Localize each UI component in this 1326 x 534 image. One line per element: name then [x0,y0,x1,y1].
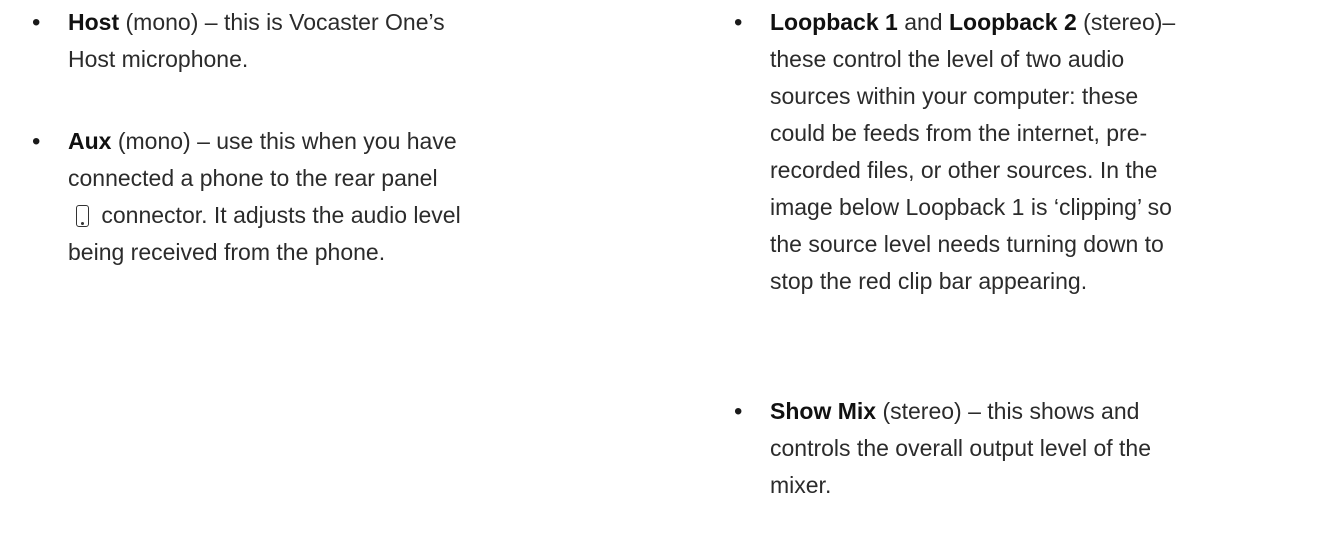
loopback-description: Loopback 1 and Loopback 2 (stereo)– thes… [770,4,1175,300]
show-mix-term: Show Mix [770,398,877,424]
loopback-2-term: Loopback 2 [948,9,1077,35]
aux-line-3: connector. It adjusts the audio level [95,202,461,228]
loopback-line: could be feeds from the internet, pre- [770,120,1148,146]
bullet: • [32,128,41,155]
host-term: Host [68,9,120,35]
aux-term: Aux [68,128,112,154]
loopback-line: recorded files, or other sources. In the [770,157,1158,183]
phone-icon [76,205,89,227]
host-description: Host (mono) – this is Vocaster One’s Hos… [68,4,445,78]
show-mix-qualifier: (stereo) – this shows and [876,398,1140,424]
host-qualifier: (mono) – this is Vocaster One’s [119,9,445,35]
bullet: • [32,9,41,36]
loopback-1-term: Loopback 1 [770,9,898,35]
aux-line-2: connected a phone to the rear panel [68,165,438,191]
list-item-aux: • Aux (mono) – use this when you have co… [32,123,461,271]
aux-qualifier: (mono) – use this when you have [111,128,457,154]
loopback-line: image below Loopback 1 is ‘clipping’ so [770,194,1172,220]
show-mix-description: Show Mix (stereo) – this shows and contr… [770,393,1151,504]
list-item-host: • Host (mono) – this is Vocaster One’s H… [32,4,445,78]
bullet: • [734,398,743,425]
loopback-line: these control the level of two audio [770,46,1125,72]
aux-line-4: being received from the phone. [68,239,386,265]
loopback-line: sources within your computer: these [770,83,1139,109]
host-line-2: Host microphone. [68,46,249,72]
loopback-and: and [897,9,949,35]
loopback-line: the source level needs turning down to [770,231,1164,257]
loopback-qualifier: (stereo)– [1076,9,1176,35]
loopback-line: stop the red clip bar appearing. [770,268,1088,294]
list-item-show-mix: • Show Mix (stereo) – this shows and con… [734,393,1151,504]
aux-description: Aux (mono) – use this when you have conn… [68,123,461,271]
list-item-loopback: • Loopback 1 and Loopback 2 (stereo)– th… [734,4,1175,300]
bullet: • [734,9,743,36]
show-mix-line: mixer. [770,472,832,498]
show-mix-line: controls the overall output level of the [770,435,1152,461]
